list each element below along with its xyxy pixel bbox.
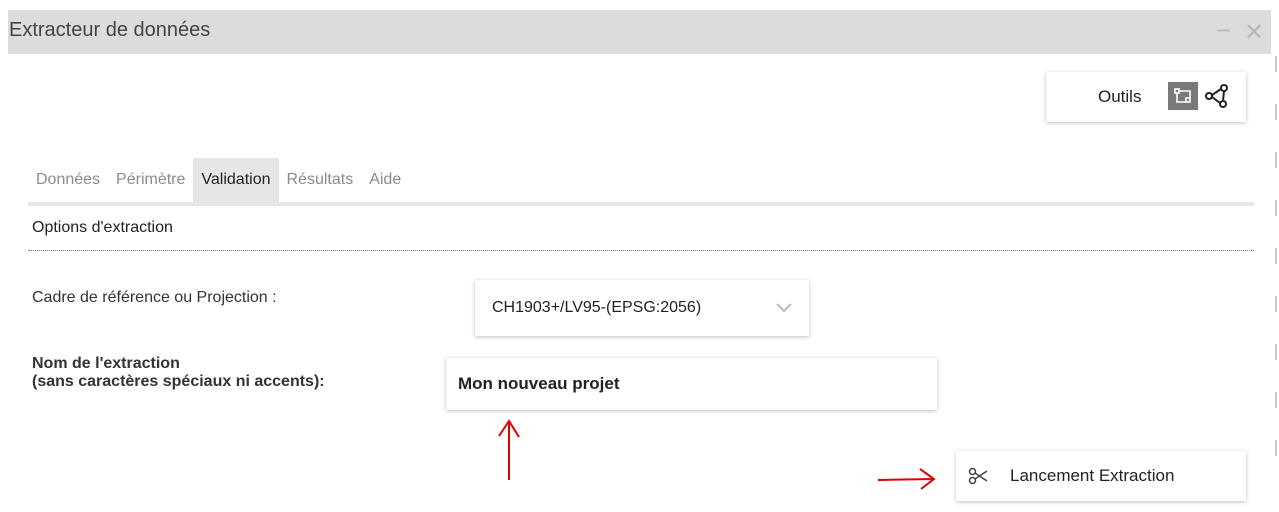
tab-donnees[interactable]: Données: [28, 158, 108, 202]
tools-panel: Outils: [1046, 72, 1246, 122]
close-icon[interactable]: ✕: [1244, 18, 1264, 47]
share-icon[interactable]: [1202, 81, 1232, 111]
window-title: Extracteur de données: [9, 19, 211, 41]
tab-resultats[interactable]: Résultats: [279, 158, 362, 202]
section-divider: [28, 250, 1254, 251]
minimize-icon[interactable]: −: [1216, 15, 1231, 46]
scissors-icon: [968, 467, 988, 485]
extraction-name-input[interactable]: [446, 358, 937, 410]
select-tool-icon[interactable]: [1168, 82, 1198, 110]
extraction-name-label-line2: (sans caractères spéciaux ni accents):: [32, 373, 325, 390]
extraction-name-label: Nom de l'extraction (sans caractères spé…: [32, 355, 325, 391]
tab-validation[interactable]: Validation: [193, 158, 279, 202]
data-extractor-window: Extracteur de données − ✕ Outils Données…: [8, 10, 1271, 512]
tab-aide[interactable]: Aide: [361, 158, 409, 202]
tab-bar: Données Périmètre Validation Résultats A…: [28, 158, 409, 202]
window-titlebar[interactable]: Extracteur de données − ✕: [8, 10, 1271, 54]
launch-extraction-button[interactable]: Lancement Extraction: [956, 451, 1246, 501]
projection-select[interactable]: CH1903+/LV95-(EPSG:2056): [475, 280, 809, 336]
launch-extraction-label: Lancement Extraction: [1010, 466, 1175, 485]
projection-label: Cadre de référence ou Projection :: [32, 289, 277, 306]
window-edge: [1271, 56, 1279, 506]
tab-perimetre[interactable]: Périmètre: [108, 158, 193, 202]
tab-underline: [28, 202, 1254, 206]
extraction-name-label-line1: Nom de l'extraction: [32, 355, 180, 372]
projection-value: CH1903+/LV95-(EPSG:2056): [492, 299, 702, 316]
tools-label: Outils: [1098, 87, 1142, 106]
annotation-arrow-up: [498, 419, 520, 480]
annotation-arrow-right: [877, 468, 936, 490]
section-title: Options d'extraction: [32, 219, 173, 236]
chevron-down-icon: [776, 303, 792, 313]
